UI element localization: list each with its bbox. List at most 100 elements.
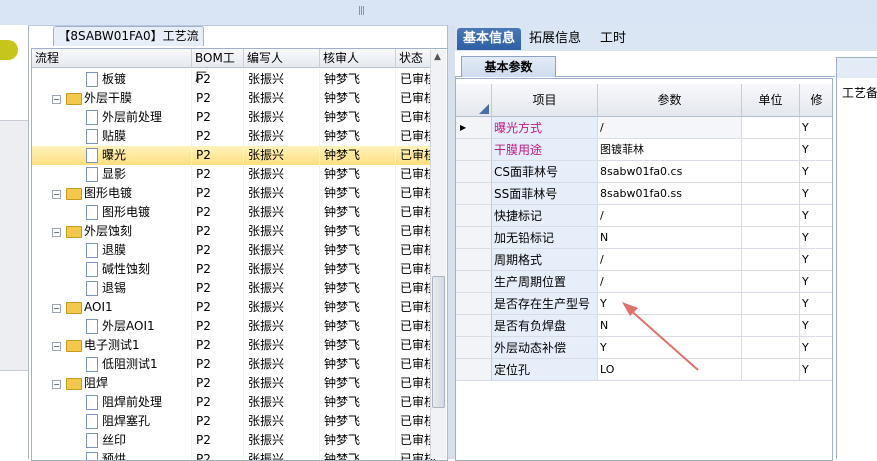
param-row[interactable]: ▶ 曝光方式 / Y: [456, 117, 832, 139]
tree-step-row[interactable]: 碱性蚀刻 P2 张振兴 钟梦飞 已审核: [32, 260, 436, 279]
param-row[interactable]: SS面菲林号 8sabw01fa0.ss Y: [456, 183, 832, 205]
tab-basic-params[interactable]: 基本参数: [461, 56, 556, 77]
param-cell-flag[interactable]: Y: [800, 139, 832, 161]
tree-step-row[interactable]: 外层前处理 P2 张振兴 钟梦飞 已审核: [32, 108, 436, 127]
param-cell-unit[interactable]: [742, 183, 800, 205]
param-cell-flag[interactable]: Y: [800, 359, 832, 381]
tree-step-row[interactable]: 阻焊塞孔 P2 张振兴 钟梦飞 已审核: [32, 412, 436, 431]
tree-step-row[interactable]: 曝光 P2 张振兴 钟梦飞 已审核: [32, 146, 436, 165]
tree-header-3[interactable]: 核审人: [320, 49, 396, 68]
scroll-up-arrow-icon[interactable]: ▲: [430, 50, 445, 65]
param-cell-flag[interactable]: Y: [800, 205, 832, 227]
param-cell-flag[interactable]: Y: [800, 183, 832, 205]
tree-step-row[interactable]: 图形电镀 P2 张振兴 钟梦飞 已审核: [32, 203, 436, 222]
tree-step-row[interactable]: 退膜 P2 张振兴 钟梦飞 已审核: [32, 241, 436, 260]
collapse-toggle-icon[interactable]: −: [52, 228, 61, 237]
param-cell-unit[interactable]: [742, 205, 800, 227]
param-cell-flag[interactable]: Y: [800, 249, 832, 271]
left-pane-scrollbar[interactable]: [0, 120, 28, 371]
row-indicator[interactable]: [456, 161, 492, 183]
tree-step-row[interactable]: 显影 P2 张振兴 钟梦飞 已审核: [32, 165, 436, 184]
tree-step-row[interactable]: 阻焊前处理 P2 张振兴 钟梦飞 已审核: [32, 393, 436, 412]
collapse-toggle-icon[interactable]: −: [52, 342, 61, 351]
tree-step-row[interactable]: 外层AOI1 P2 张振兴 钟梦飞 已审核: [32, 317, 436, 336]
tree-step-row[interactable]: 预烘 P2 张振兴 钟梦飞 已审核: [32, 450, 436, 460]
param-cell-unit[interactable]: [742, 139, 800, 161]
collapse-toggle-icon[interactable]: −: [52, 304, 61, 313]
collapse-toggle-icon[interactable]: −: [52, 95, 61, 104]
tree-cell-reviewer: 钟梦飞: [320, 165, 396, 184]
tab-work-hours[interactable]: 工时: [593, 28, 633, 50]
tab-extended-info[interactable]: 拓展信息: [525, 28, 585, 50]
tree-step-row[interactable]: 板镀 P2 张振兴 钟梦飞 已审核: [32, 70, 436, 89]
tree-folder-row[interactable]: − 电子测试1 P2 张振兴 钟梦飞 已审核: [32, 336, 436, 355]
tree-folder-row[interactable]: − 图形电镀 P2 张振兴 钟梦飞 已审核: [32, 184, 436, 203]
tree-folder-row[interactable]: − 阻焊 P2 张振兴 钟梦飞 已审核: [32, 374, 436, 393]
param-cell-unit[interactable]: [742, 271, 800, 293]
tree-step-row[interactable]: 退锡 P2 张振兴 钟梦飞 已审核: [32, 279, 436, 298]
collapse-toggle-icon[interactable]: −: [52, 190, 61, 199]
row-indicator[interactable]: [456, 293, 492, 315]
row-indicator[interactable]: [456, 139, 492, 161]
param-cell-param[interactable]: /: [598, 117, 742, 139]
document-icon: [86, 452, 98, 460]
param-row[interactable]: 干膜用途 图镀菲林 Y: [456, 139, 832, 161]
tree-step-row[interactable]: 贴膜 P2 张振兴 钟梦飞 已审核: [32, 127, 436, 146]
tree-header-2[interactable]: 编写人: [244, 49, 320, 68]
param-cell-flag[interactable]: Y: [800, 337, 832, 359]
param-cell-flag[interactable]: Y: [800, 315, 832, 337]
param-cell-unit[interactable]: [742, 337, 800, 359]
param-row[interactable]: CS面菲林号 8sabw01fa0.cs Y: [456, 161, 832, 183]
process-flow-tab[interactable]: 【8SABW01FA0】工艺流程: [53, 26, 204, 62]
param-cell-unit[interactable]: [742, 293, 800, 315]
tree-folder-row[interactable]: − 外层蚀刻 P2 张振兴 钟梦飞 已审核: [32, 222, 436, 241]
row-indicator[interactable]: [456, 337, 492, 359]
param-cell-unit[interactable]: [742, 249, 800, 271]
param-cell-unit[interactable]: [742, 359, 800, 381]
param-row[interactable]: 快捷标记 / Y: [456, 205, 832, 227]
param-row[interactable]: 加无铅标记 N Y: [456, 227, 832, 249]
param-cell-flag[interactable]: Y: [800, 227, 832, 249]
param-cell-unit[interactable]: [742, 315, 800, 337]
param-cell-unit[interactable]: [742, 161, 800, 183]
row-indicator[interactable]: [456, 183, 492, 205]
param-cell-unit[interactable]: [742, 227, 800, 249]
row-indicator[interactable]: [456, 315, 492, 337]
header-modify[interactable]: 修: [800, 84, 832, 117]
tree-step-row[interactable]: 低阻测试1 P2 张振兴 钟梦飞 已审核: [32, 355, 436, 374]
param-cell-flag[interactable]: Y: [800, 271, 832, 293]
collapse-toggle-icon[interactable]: −: [52, 380, 61, 389]
param-cell-param[interactable]: /: [598, 249, 742, 271]
scrollbar-thumb[interactable]: [432, 276, 445, 408]
splitter-grip-icon[interactable]: |||: [358, 7, 366, 16]
param-cell-flag[interactable]: Y: [800, 161, 832, 183]
header-unit[interactable]: 单位: [742, 84, 800, 117]
param-cell-unit[interactable]: [742, 117, 800, 139]
param-cell-param[interactable]: 8sabw01fa0.cs: [598, 161, 742, 183]
param-cell-param[interactable]: 图镀菲林: [598, 139, 742, 161]
row-indicator[interactable]: [456, 227, 492, 249]
tree-header-1[interactable]: BOM工厂: [192, 49, 244, 84]
folder-icon: [66, 302, 82, 314]
tree-cell-author: 张振兴: [244, 317, 320, 336]
row-indicator[interactable]: [456, 359, 492, 381]
tree-step-row[interactable]: 丝印 P2 张振兴 钟梦飞 已审核: [32, 431, 436, 450]
param-cell-flag[interactable]: Y: [800, 117, 832, 139]
param-cell-flag[interactable]: Y: [800, 293, 832, 315]
header-item[interactable]: 项目: [492, 84, 598, 117]
side-tab[interactable]: [836, 57, 877, 79]
param-cell-param[interactable]: /: [598, 205, 742, 227]
header-param[interactable]: 参数: [598, 84, 742, 117]
row-indicator[interactable]: [456, 205, 492, 227]
tab-basic-info[interactable]: 基本信息: [457, 28, 521, 50]
row-indicator[interactable]: ▶: [456, 117, 492, 139]
param-row[interactable]: 周期格式 / Y: [456, 249, 832, 271]
tree-header-0[interactable]: 流程: [32, 49, 192, 68]
tree-folder-row[interactable]: − 外层干膜 P2 张振兴 钟梦飞 已审核: [32, 89, 436, 108]
tree-folder-row[interactable]: − AOI1 P2 张振兴 钟梦飞 已审核: [32, 298, 436, 317]
row-indicator[interactable]: [456, 271, 492, 293]
param-cell-param[interactable]: N: [598, 227, 742, 249]
tree-cell-reviewer: 钟梦飞: [320, 336, 396, 355]
param-cell-param[interactable]: 8sabw01fa0.ss: [598, 183, 742, 205]
row-indicator[interactable]: [456, 249, 492, 271]
